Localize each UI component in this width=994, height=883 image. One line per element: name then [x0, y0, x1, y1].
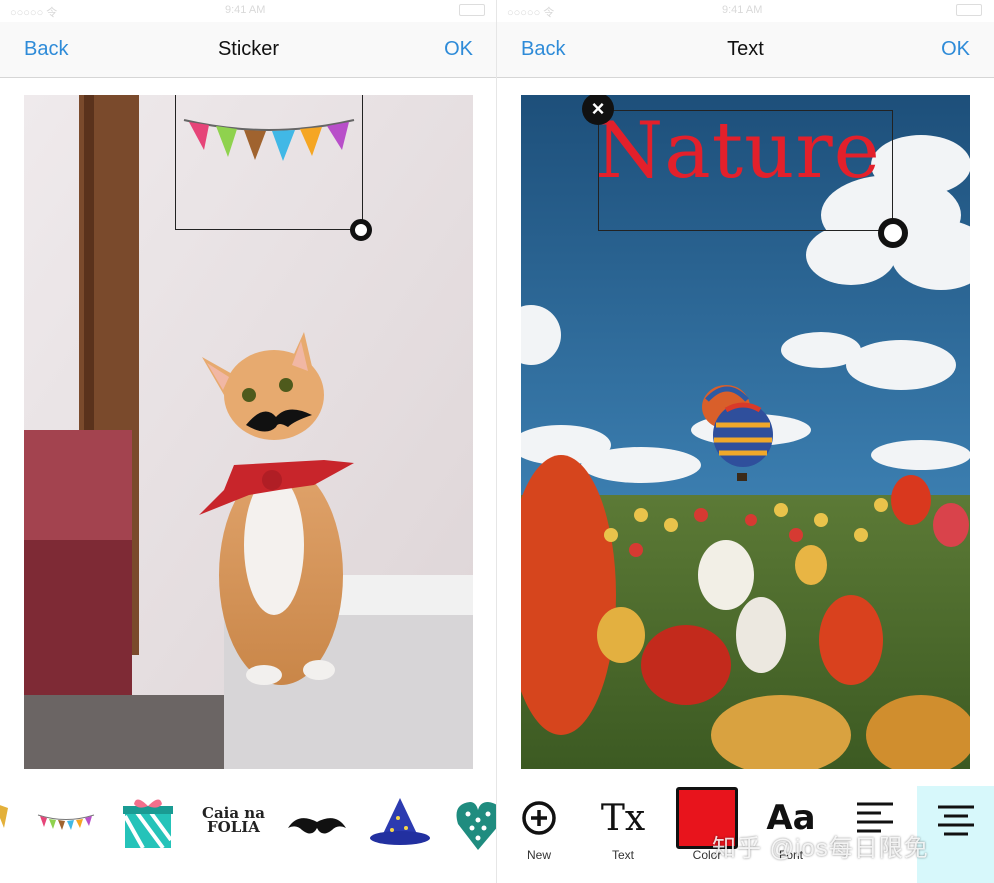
battery-icon: [459, 4, 485, 16]
mustache-sticker-thumb[interactable]: [286, 814, 348, 836]
align-center-icon: [937, 805, 974, 836]
time-label: 9:41 AM: [225, 4, 266, 16]
gift-sticker-thumb[interactable]: [123, 796, 173, 850]
nav-bar: Back Text OK: [497, 22, 994, 78]
banner-sticker-thumb[interactable]: [36, 810, 96, 834]
sticker-selection-box[interactable]: [175, 95, 363, 230]
ok-button[interactable]: OK: [941, 38, 970, 61]
resize-handle[interactable]: [350, 219, 372, 241]
plus-circle-icon: [522, 801, 556, 835]
page-title: Text: [727, 38, 764, 60]
page-title: Sticker: [217, 38, 280, 60]
carrier-label: ○○○○○ 令: [507, 7, 555, 19]
heart-sticker-thumb[interactable]: [456, 796, 497, 852]
tool-new-label: New: [526, 848, 551, 862]
time-label: 9:41 AM: [722, 4, 763, 16]
watermark: 知乎 @ios每日限免: [712, 835, 929, 862]
status-bar: ○○○○○ 令 9:41 AM: [497, 0, 994, 22]
ok-button[interactable]: OK: [444, 38, 473, 61]
tool-text-label: Text: [611, 848, 634, 862]
tool-new[interactable]: New: [502, 788, 576, 868]
balloon-photo[interactable]: Nature ×: [521, 95, 970, 769]
wizard-hat-sticker-thumb[interactable]: [370, 798, 430, 848]
sticker-screen: ○○○○○ 令 9:41 AM Back Sticker OK Caia na …: [0, 0, 497, 883]
partial-sticker-icon[interactable]: [0, 798, 14, 838]
tx-icon: Tx: [600, 797, 646, 839]
battery-icon: [956, 4, 982, 16]
caia-na-folia-sticker-thumb[interactable]: Caia na FOLIA: [202, 806, 265, 835]
carrier-label: ○○○○○ 令: [10, 7, 58, 19]
text-selection-box[interactable]: [598, 110, 893, 231]
text-screen: ○○○○○ 令 9:41 AM Back Text OK Nature × Ne…: [497, 0, 994, 883]
resize-handle[interactable]: [878, 218, 908, 248]
nav-bar: Back Sticker OK: [0, 22, 497, 78]
sticker-tray[interactable]: Caia na FOLIA: [0, 770, 497, 883]
text-toolbar: New Tx Text Color Aa Font: [497, 770, 994, 883]
status-bar: ○○○○○ 令 9:41 AM: [0, 0, 497, 22]
cat-photo[interactable]: [24, 95, 473, 769]
tool-text[interactable]: Tx Text: [586, 788, 660, 868]
